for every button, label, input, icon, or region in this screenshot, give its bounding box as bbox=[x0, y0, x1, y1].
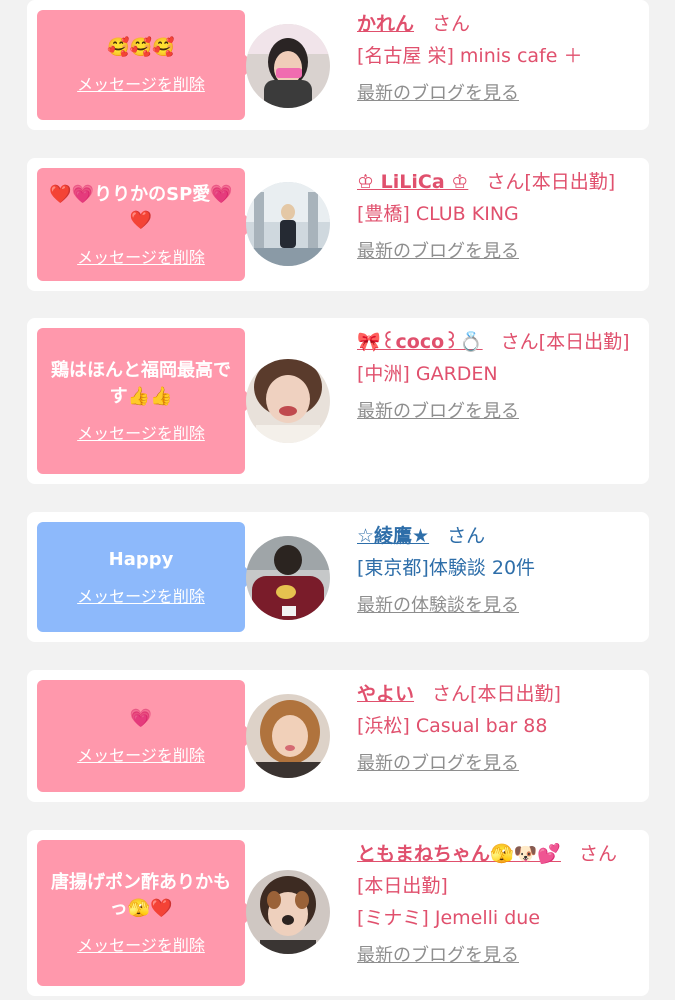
latest-blog-link[interactable]: 最新の体験談を見る bbox=[357, 590, 519, 622]
avatar[interactable] bbox=[246, 870, 330, 954]
message-bubble: 唐揚げポン酢ありかもっ🫣❤️ メッセージを削除 bbox=[37, 840, 256, 986]
store-info: [東京都]体験談 20件 bbox=[357, 557, 536, 579]
profile-info: ともまねちゃん🫣🐶💕 さん [本日出勤] [ミナミ] Jemelli due 最新の… bbox=[357, 838, 632, 972]
cast-name-link[interactable]: かれん bbox=[357, 13, 414, 35]
delete-message-link[interactable]: メッセージを削除 bbox=[77, 742, 205, 766]
delete-message-link[interactable]: メッセージを削除 bbox=[77, 583, 205, 607]
message-bubble: Happy メッセージを削除 bbox=[37, 522, 256, 632]
profile-info: やよい さん[本日出勤] [浜松] Casual bar 88 最新のブログを見る bbox=[357, 678, 632, 780]
cast-name-link[interactable]: ♔ LiLiCa ♔ bbox=[357, 171, 468, 193]
store-info: [ミナミ] Jemelli due bbox=[357, 907, 541, 929]
list-item: Happy メッセージを削除 ☆綾鷹★ さん [東京都]体験談 20件 最新の体験… bbox=[27, 512, 649, 642]
avatar[interactable] bbox=[246, 24, 330, 108]
store-info: [中洲] GARDEN bbox=[357, 363, 498, 385]
honorific: さん bbox=[447, 525, 486, 547]
profile-info: ☆綾鷹★ さん [東京都]体験談 20件 最新の体験談を見る bbox=[357, 520, 632, 622]
message-text: ❤️💗りりかのSP愛💗❤️ bbox=[49, 183, 233, 231]
list-item: 鶏はほんと福岡最高です👍👍 メッセージを削除 🎀꒰coco꒱💍 さん[本日出勤] … bbox=[27, 318, 649, 484]
message-bubble: ❤️💗りりかのSP愛💗❤️ メッセージを削除 bbox=[37, 168, 256, 281]
honorific: さん bbox=[500, 331, 539, 353]
avatar[interactable] bbox=[246, 359, 330, 443]
latest-blog-link[interactable]: 最新のブログを見る bbox=[357, 940, 519, 972]
store-info: [浜松] Casual bar 88 bbox=[357, 715, 548, 737]
honorific: さん bbox=[432, 13, 471, 35]
honorific: さん bbox=[432, 683, 471, 705]
message-text: 🥰🥰🥰 bbox=[107, 37, 175, 58]
message-text: Happy bbox=[108, 549, 174, 570]
message-list: 🥰🥰🥰 メッセージを削除 かれん さん [名古屋 栄] minis cafe ＋ … bbox=[0, 0, 675, 1000]
honorific: さん bbox=[486, 171, 525, 193]
profile-info: 🎀꒰coco꒱💍 さん[本日出勤] [中洲] GARDEN 最新のブログを見る bbox=[357, 326, 632, 428]
attendance-status: [本日出勤] bbox=[524, 171, 616, 193]
avatar[interactable] bbox=[246, 182, 330, 266]
cast-name-link[interactable]: ともまねちゃん🫣🐶💕 bbox=[357, 843, 561, 865]
profile-info: かれん さん [名古屋 栄] minis cafe ＋ 最新のブログを見る bbox=[357, 8, 632, 110]
delete-message-link[interactable]: メッセージを削除 bbox=[77, 71, 205, 95]
message-bubble: 💗 メッセージを削除 bbox=[37, 680, 256, 792]
store-info: [豊橋] CLUB KING bbox=[357, 203, 519, 225]
cast-name-link[interactable]: 🎀꒰coco꒱💍 bbox=[357, 331, 483, 353]
list-item: 💗 メッセージを削除 やよい さん[本日出勤] [浜松] Casual bar 8… bbox=[27, 670, 649, 802]
message-bubble: 🥰🥰🥰 メッセージを削除 bbox=[37, 10, 256, 120]
profile-info: ♔ LiLiCa ♔ さん[本日出勤] [豊橋] CLUB KING 最新のブログ… bbox=[357, 166, 632, 268]
message-text: 唐揚げポン酢ありかもっ🫣❤️ bbox=[51, 872, 231, 919]
list-item: ❤️💗りりかのSP愛💗❤️ メッセージを削除 ♔ LiLiCa ♔ さん[本日出勤… bbox=[27, 158, 649, 291]
message-text: 鶏はほんと福岡最高です👍👍 bbox=[51, 360, 231, 407]
attendance-status: [本日出勤] bbox=[538, 331, 630, 353]
delete-message-link[interactable]: メッセージを削除 bbox=[77, 244, 205, 268]
list-item: 唐揚げポン酢ありかもっ🫣❤️ メッセージを削除 ともまねちゃん🫣🐶💕 さん [本日出… bbox=[27, 830, 649, 996]
latest-blog-link[interactable]: 最新のブログを見る bbox=[357, 396, 519, 428]
latest-blog-link[interactable]: 最新のブログを見る bbox=[357, 236, 519, 268]
list-item: 🥰🥰🥰 メッセージを削除 かれん さん [名古屋 栄] minis cafe ＋ … bbox=[27, 0, 649, 130]
cast-name-link[interactable]: やよい bbox=[357, 683, 414, 705]
cast-name-link[interactable]: ☆綾鷹★ bbox=[357, 525, 429, 547]
avatar[interactable] bbox=[246, 536, 330, 620]
honorific: さん bbox=[578, 843, 617, 865]
message-text: 💗 bbox=[129, 708, 153, 729]
latest-blog-link[interactable]: 最新のブログを見る bbox=[357, 748, 519, 780]
delete-message-link[interactable]: メッセージを削除 bbox=[77, 420, 205, 444]
avatar[interactable] bbox=[246, 694, 330, 778]
attendance-status: [本日出勤] bbox=[470, 683, 561, 705]
attendance-status: [本日出勤] bbox=[357, 875, 448, 897]
message-bubble: 鶏はほんと福岡最高です👍👍 メッセージを削除 bbox=[37, 328, 256, 474]
store-info: [名古屋 栄] minis cafe ＋ bbox=[357, 45, 583, 67]
latest-blog-link[interactable]: 最新のブログを見る bbox=[357, 78, 519, 110]
delete-message-link[interactable]: メッセージを削除 bbox=[77, 932, 205, 956]
